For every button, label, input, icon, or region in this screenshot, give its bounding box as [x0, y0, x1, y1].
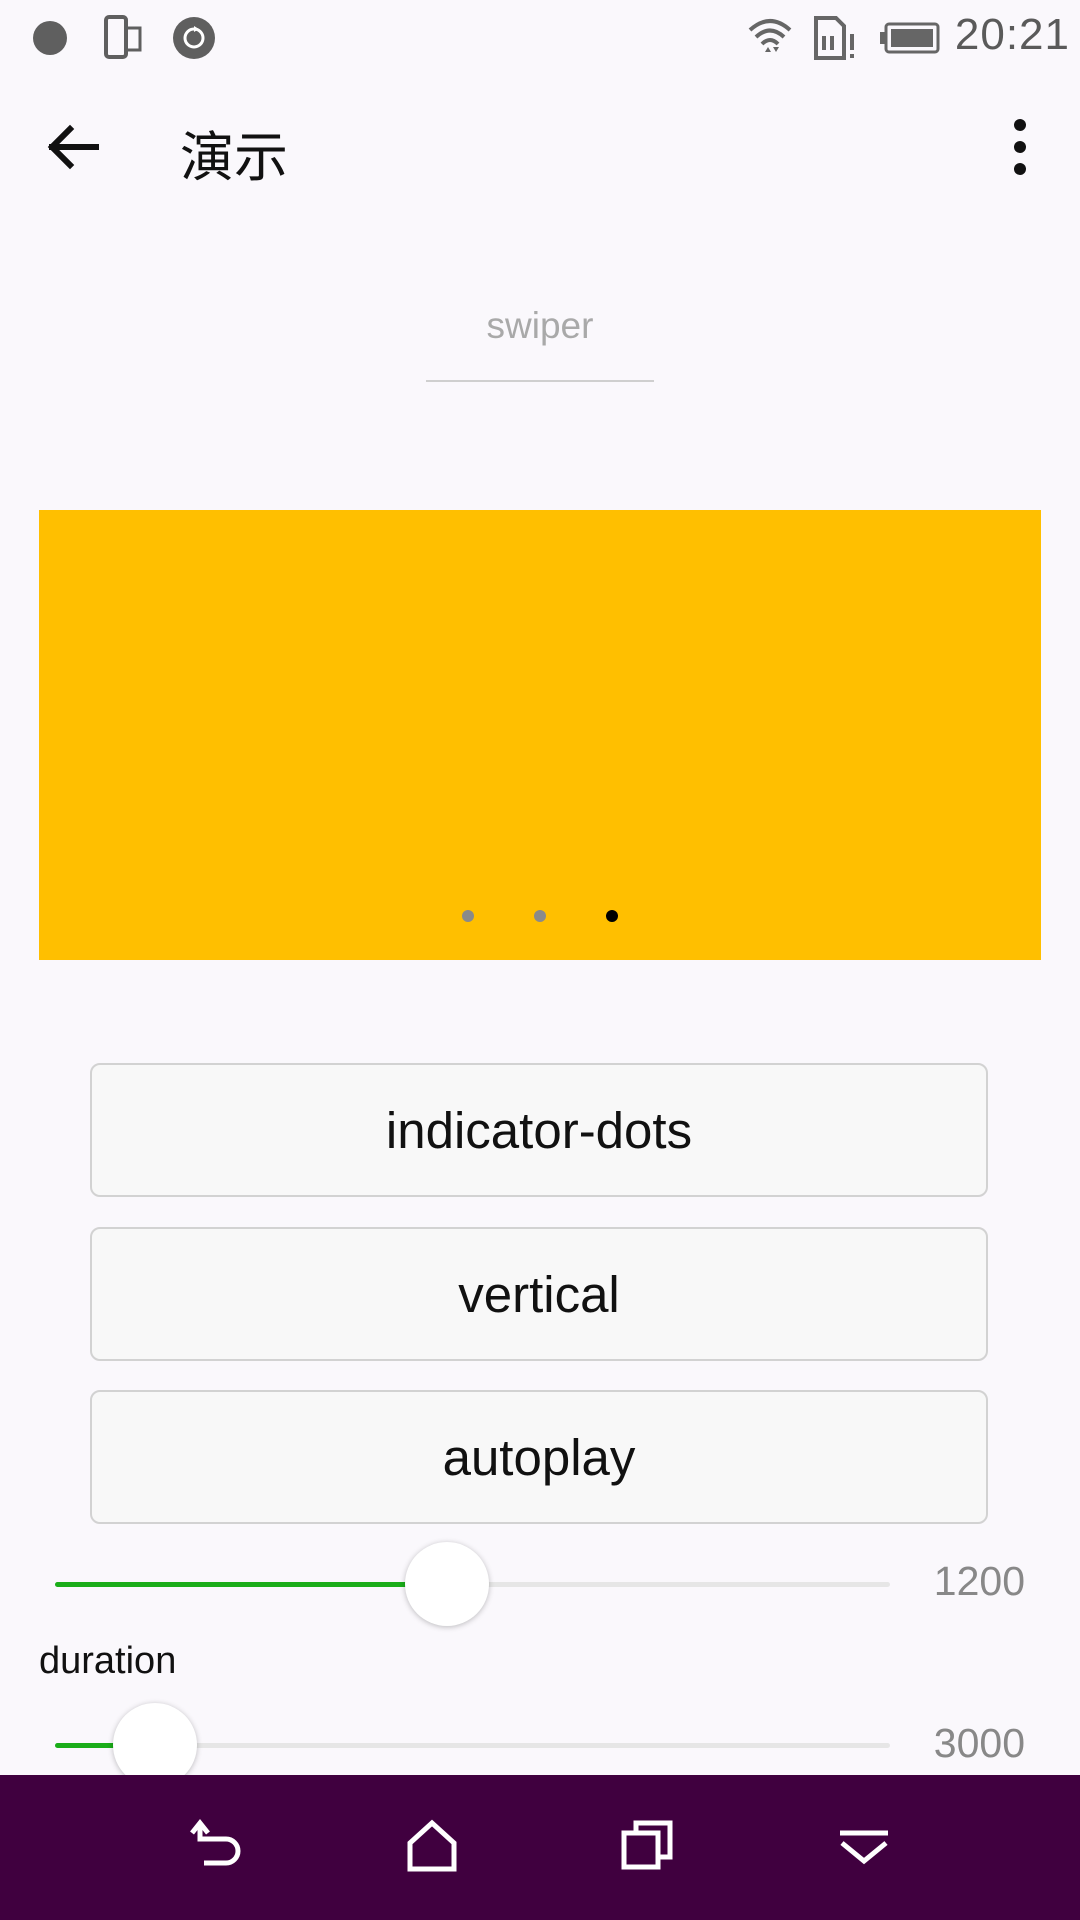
- duration-label: duration: [39, 1640, 177, 1682]
- slider-thumb[interactable]: [405, 1542, 490, 1626]
- more-options-button[interactable]: [990, 105, 1050, 190]
- swiper-indicator-dot[interactable]: [462, 910, 474, 922]
- swiper-indicator-dot[interactable]: [534, 910, 546, 922]
- arrow-left-icon: [30, 124, 115, 194]
- section-divider: [426, 380, 654, 382]
- status-time: 20:21: [954, 10, 1070, 59]
- more-vertical-icon: [990, 119, 1050, 194]
- recents-icon: [618, 1815, 678, 1880]
- battery-icon: [878, 22, 940, 59]
- screen: 20:21 演示 swiper indicator-dots vertical …: [0, 0, 1080, 1920]
- nav-back-button[interactable]: [108, 1775, 324, 1920]
- slider-value: 3000: [933, 1720, 1025, 1766]
- back-icon: [186, 1815, 246, 1880]
- navigation-bar: [0, 1775, 1080, 1920]
- page-content: swiper indicator-dots vertical autoplay …: [0, 220, 1080, 1775]
- app-bar: 演示: [0, 75, 1080, 220]
- sim-alert-icon: [812, 14, 858, 67]
- nav-home-button[interactable]: [324, 1775, 540, 1920]
- sync-icon: [172, 16, 216, 65]
- nav-hide-keyboard-button[interactable]: [756, 1775, 972, 1920]
- back-button[interactable]: [30, 105, 115, 190]
- section-title: swiper: [486, 305, 594, 346]
- autoplay-button[interactable]: autoplay: [90, 1390, 988, 1524]
- home-icon: [402, 1815, 462, 1880]
- status-bar: 20:21: [0, 0, 1080, 75]
- vertical-button[interactable]: vertical: [90, 1227, 988, 1361]
- hide-keyboard-icon: [834, 1815, 894, 1880]
- phone-screen-icon: [102, 14, 144, 67]
- swiper-banner[interactable]: [39, 510, 1041, 960]
- slider-fill: [55, 1582, 448, 1587]
- nav-recents-button[interactable]: [540, 1775, 756, 1920]
- swiper-indicator-dot-active[interactable]: [606, 910, 618, 922]
- indicator-dots-button[interactable]: indicator-dots: [90, 1063, 988, 1197]
- slider-thumb[interactable]: [113, 1703, 198, 1775]
- slider-value: 1200: [933, 1558, 1025, 1604]
- record-dot-icon: [30, 18, 70, 63]
- wifi-icon: [745, 12, 795, 67]
- page-title: 演示: [180, 126, 288, 189]
